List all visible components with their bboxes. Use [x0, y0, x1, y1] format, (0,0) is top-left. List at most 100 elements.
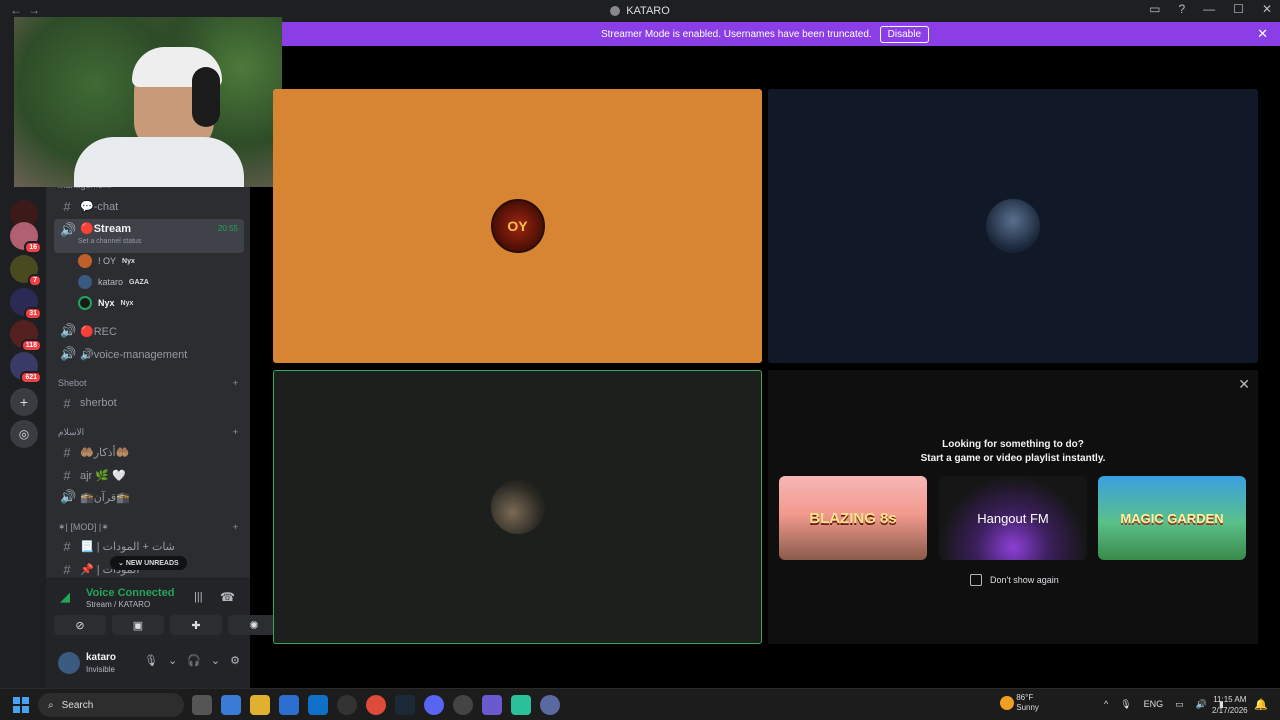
server-icon[interactable]: 7	[10, 255, 42, 287]
minimize-icon[interactable]: —	[1203, 2, 1215, 16]
activity-card-magic-garden[interactable]: MAGIC GARDEN	[1098, 476, 1246, 560]
close-icon[interactable]: ✕	[1238, 376, 1250, 393]
category-mod[interactable]: ✶| [MOD] |✶ +	[58, 522, 238, 533]
headphones-icon[interactable]: 🎧	[187, 654, 201, 667]
dont-show-again[interactable]: Don't show again	[970, 574, 1059, 586]
disable-button[interactable]: Disable	[879, 25, 930, 43]
activities-button[interactable]: ✚	[170, 615, 222, 635]
close-window-icon[interactable]: ✕	[1262, 2, 1272, 16]
webcam-overlay	[14, 17, 282, 187]
voice-channel-link[interactable]: Stream / KATARO	[86, 600, 150, 609]
voice-user[interactable]: ! OY Nyx	[78, 252, 135, 270]
settings-gear-icon[interactable]: ⚙	[230, 654, 240, 667]
history-nav: ← →	[10, 3, 40, 17]
window-title: KATARO	[610, 5, 670, 17]
speaker-icon: 🔊	[60, 489, 77, 504]
discover-icon[interactable]: ◎	[10, 420, 38, 448]
clock-time: 11:15 AM	[1213, 695, 1247, 704]
maximize-icon[interactable]: ☐	[1233, 2, 1244, 16]
channel-status[interactable]: Set a channel status	[78, 238, 141, 245]
help-icon[interactable]: ?	[1178, 2, 1185, 16]
system-tray: ^ 🎙 ENG ▭ 🔊 ▮	[1104, 699, 1224, 710]
channel-chat[interactable]: # 💬-chat	[54, 195, 244, 217]
outlook-icon[interactable]	[308, 695, 328, 715]
channel-label: 🔴REC	[80, 325, 117, 338]
game-controller-icon[interactable]	[482, 695, 502, 715]
file-explorer-icon[interactable]	[250, 695, 270, 715]
new-unreads-label: NEW UNREADS	[125, 560, 179, 567]
weather-sun-icon	[1000, 696, 1014, 710]
close-icon[interactable]: ✕	[1257, 26, 1268, 42]
voice-user[interactable]: Nyx Nyx	[78, 294, 133, 312]
taskbar-search[interactable]: ⌕ Search	[38, 693, 184, 717]
server-icon[interactable]: 16	[10, 222, 42, 254]
weather-condition: Sunny	[1016, 703, 1039, 712]
add-server-icon[interactable]: +	[10, 388, 38, 416]
channel-voice-management[interactable]: 🔊 🔊voice-management	[54, 343, 244, 365]
user-name[interactable]: kataro	[86, 652, 116, 663]
speaker-icon: 🔊	[60, 346, 77, 361]
channel-rec[interactable]: 🔊 🔴REC	[54, 320, 244, 342]
add-channel-icon[interactable]: +	[233, 522, 238, 533]
channel-islam-1[interactable]: # 🤲🏽أذكار🤲🏽	[54, 441, 244, 463]
video-tile-oy[interactable]: OY	[273, 89, 762, 363]
discord-icon[interactable]	[424, 695, 444, 715]
voice-user-tag: Nyx	[120, 299, 134, 307]
copilot-icon[interactable]	[221, 695, 241, 715]
category-label: ✶| [MOD] |✶	[58, 522, 109, 532]
network-icon[interactable]: ▭	[1175, 699, 1184, 710]
app-icon[interactable]	[453, 695, 473, 715]
disconnect-icon[interactable]: ☎	[220, 590, 235, 604]
category-shebot[interactable]: Shebot +	[58, 378, 238, 388]
channel-sherbot[interactable]: # sherbot	[54, 392, 244, 414]
weather-widget[interactable]: 86°F Sunny	[1000, 693, 1039, 713]
activity-card-hangout-fm[interactable]: Hangout FM	[939, 476, 1087, 560]
category-islam[interactable]: الاسلام +	[58, 427, 238, 438]
noise-suppression-icon[interactable]: |||	[194, 591, 203, 603]
taskbar-clock[interactable]: 11:15 AM 2/17/2026	[1212, 694, 1248, 716]
video-tile-nyx[interactable]	[273, 370, 762, 644]
volume-icon[interactable]: 🔊	[1196, 699, 1207, 710]
server-icon[interactable]: 621	[10, 352, 42, 384]
back-arrow-icon[interactable]: ←	[10, 3, 22, 17]
chrome-icon[interactable]	[366, 695, 386, 715]
avatar[interactable]	[58, 652, 80, 674]
task-view-icon[interactable]	[192, 695, 212, 715]
notifications-icon[interactable]: 🔔	[1254, 698, 1268, 711]
activity-card-title: MAGIC GARDEN	[1120, 510, 1224, 526]
camera-button[interactable]: ⊘	[54, 615, 106, 635]
voice-user[interactable]: kataro GAZA	[78, 273, 149, 291]
video-tile-kataro[interactable]	[768, 89, 1258, 363]
app-icon[interactable]	[540, 695, 560, 715]
server-icon[interactable]: 118	[10, 320, 42, 352]
channel-stream[interactable]: 🔊 🔴Stream 20:55	[54, 219, 244, 253]
server-icon[interactable]: 31	[10, 288, 42, 320]
avatar-logo-text: OY	[507, 218, 528, 234]
chevron-down-icon[interactable]: ⌄	[211, 654, 220, 667]
voice-connected-title[interactable]: Voice Connected	[86, 587, 174, 599]
store-icon[interactable]	[279, 695, 299, 715]
microphone-icon[interactable]: 🎙	[144, 654, 158, 667]
android-icon[interactable]	[511, 695, 531, 715]
steam-icon[interactable]	[395, 695, 415, 715]
channel-mod-1[interactable]: # 📃 | شات + المودات	[54, 535, 244, 557]
add-channel-icon[interactable]: +	[233, 427, 238, 438]
activity-card-blazing-8s[interactable]: BLAZING 8s	[779, 476, 927, 560]
speaker-icon: 🔊	[60, 323, 77, 338]
hash-icon: #	[63, 561, 71, 577]
checkbox[interactable]	[970, 574, 982, 586]
inbox-icon[interactable]: ▭	[1149, 2, 1160, 16]
windows-start-icon[interactable]	[13, 697, 29, 713]
add-channel-icon[interactable]: +	[233, 378, 238, 388]
chevron-down-icon[interactable]: ⌄	[168, 654, 177, 667]
chevron-up-icon[interactable]: ^	[1104, 699, 1108, 710]
microphone-icon[interactable]: 🎙	[1120, 699, 1131, 710]
signal-icon[interactable]: ◢	[60, 589, 70, 605]
forward-arrow-icon[interactable]: →	[28, 3, 40, 17]
obs-icon[interactable]	[337, 695, 357, 715]
channel-islam-2[interactable]: # ajr 🌿 🤍	[54, 464, 244, 486]
new-unreads-pill[interactable]: ⌄ NEW UNREADS	[110, 556, 187, 570]
screen-share-button[interactable]: ▣	[112, 615, 164, 635]
channel-islam-3[interactable]: 🔊 🕋قرآن🕋	[54, 486, 244, 508]
language-indicator[interactable]: ENG	[1144, 699, 1164, 710]
